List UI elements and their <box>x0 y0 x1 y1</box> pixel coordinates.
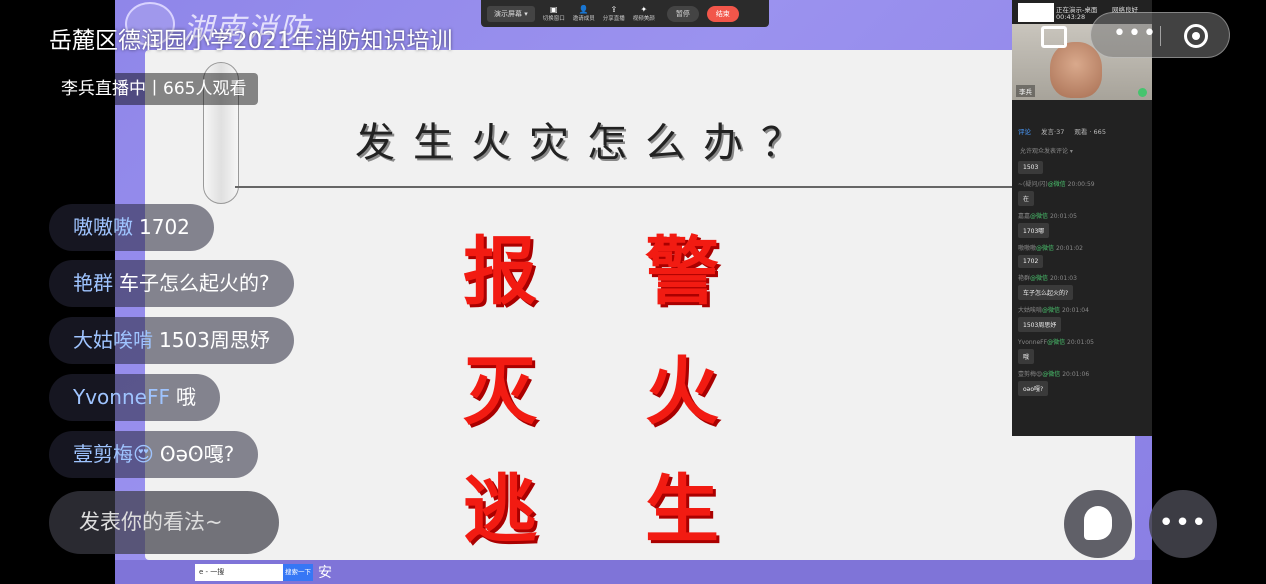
comment-text: 1702 <box>139 215 190 239</box>
tab-speak[interactable]: 发言·37 <box>1041 126 1064 136</box>
capsule-divider <box>1160 26 1161 46</box>
slide-word-3: 灭 <box>463 349 537 435</box>
slide-word-4: 火 <box>645 349 719 435</box>
comment-bubble: 艳群 车子怎么起火的? <box>49 260 294 307</box>
list-item: 大姑唉啃@微信 20:01:04 1503周思妤 <box>1018 305 1146 332</box>
comment-user[interactable]: 艳群 <box>73 271 113 295</box>
search-input[interactable]: e - 一搜 <box>195 564 283 581</box>
share-live-button[interactable]: ⇪ 分享直播 <box>603 5 625 22</box>
more-button[interactable]: ••• <box>1149 490 1217 558</box>
more-dots-icon: ••• <box>1158 508 1208 538</box>
beauty-button[interactable]: ✦ 视频美颜 <box>633 5 655 22</box>
list-item: YvonneFF@微信 20:01:05 哦 <box>1018 337 1146 364</box>
live-title: 岳麓区德润园小学2021年消防知识培训 <box>49 28 453 54</box>
tab-viewers[interactable]: 观看 · 665 <box>1074 126 1106 136</box>
comment-bubble: YvonneFF 哦 <box>49 374 220 421</box>
host-video <box>1050 42 1102 98</box>
comment-text: ʘəʘ嘎? <box>159 442 235 466</box>
list-item: 嗷嗷嗷@微信 20:01:02 1702 <box>1018 243 1146 268</box>
comment-bubble: 嗷嗷嗷 1702 <box>49 204 214 251</box>
presenter-toolbar: 演示屏幕 ▾ ▣ 切换窗口 👤 邀请成员 ⇪ 分享直播 ✦ 视频美颜 暂停 结束 <box>481 0 769 27</box>
more-options-icon[interactable]: ••• <box>1113 21 1158 46</box>
tab-comments[interactable]: 评论 <box>1018 126 1031 136</box>
search-button[interactable]: 搜索一下 <box>283 564 313 581</box>
slide-word-2: 警 <box>645 229 719 315</box>
switch-window-button[interactable]: ▣ 切换窗口 <box>543 5 565 22</box>
taskbar-text: 安 <box>318 565 332 581</box>
slide-word-1: 报 <box>463 229 537 315</box>
list-item: ~(疑问/闪)@微信 20:00:59 在 <box>1018 179 1146 206</box>
slide-word-5: 逃 <box>463 467 537 553</box>
mic-icon <box>1138 88 1147 97</box>
scroll-divider <box>235 186 1125 188</box>
slide-title: 发生火灾怎么办？ <box>355 120 819 166</box>
allow-comments-select[interactable]: 允许观众发表评论 ▾ <box>1012 140 1152 161</box>
host-name: 李兵 <box>1016 85 1035 97</box>
slide-word-6: 生 <box>645 467 719 553</box>
beauty-icon: ✦ <box>640 5 648 14</box>
list-item: 1503 <box>1018 161 1146 174</box>
comment-input[interactable]: 发表你的看法~ <box>49 491 279 554</box>
chat-bubble-icon <box>1084 506 1112 540</box>
invite-members-button[interactable]: 👤 邀请成员 <box>573 5 595 22</box>
miniprogram-capsule: ••• <box>1090 12 1230 58</box>
live-status-badge[interactable]: 李兵直播中丨665人观看 <box>49 73 259 105</box>
comment-button[interactable] <box>1064 490 1132 558</box>
close-icon[interactable] <box>1184 24 1208 48</box>
comment-user[interactable]: 大姑唉啃 <box>73 328 153 352</box>
list-item: 嘉嘉@微信 20:01:05 1703哪 <box>1018 211 1146 238</box>
comment-bubble: 壹剪梅😍 ʘəʘ嘎? <box>49 431 259 478</box>
camera-icon: ▣ <box>549 5 558 14</box>
pause-button[interactable]: 暂停 <box>666 5 699 22</box>
person-icon: 👤 <box>578 5 589 14</box>
comment-text: 车子怎么起火的? <box>119 271 270 295</box>
screen-thumbnail <box>1018 3 1054 22</box>
list-item: 壹剪梅😍@微信 20:01:06 oəo嘎? <box>1018 369 1146 396</box>
comment-user[interactable]: YvonneFF <box>73 385 170 409</box>
comment-text: 哦 <box>175 385 196 409</box>
comment-text: 1503周思妤 <box>159 328 270 352</box>
live-side-panel: 正在演示-桌面 00:43:28 网络良好 李兵 评论 发言·37 观看 · 6… <box>1012 0 1152 436</box>
panel-tabs: 评论 发言·37 观看 · 665 <box>1012 100 1152 140</box>
desktop-taskbar: e - 一搜 搜索一下 安 <box>115 560 1152 584</box>
cast-icon[interactable] <box>1041 26 1067 48</box>
share-icon: ⇪ <box>610 5 618 14</box>
list-item: 艳群@微信 20:01:03 车子怎么起火的? <box>1018 273 1146 300</box>
present-screen-button[interactable]: 演示屏幕 ▾ <box>487 5 535 22</box>
comment-user[interactable]: 壹剪梅😍 <box>73 442 154 466</box>
comment-user[interactable]: 嗷嗷嗷 <box>73 215 133 239</box>
panel-message-list: 1503 ~(疑问/闪)@微信 20:00:59 在 嘉嘉@微信 20:01:0… <box>1012 161 1152 396</box>
comment-bubble: 大姑唉啃 1503周思妤 <box>49 317 294 364</box>
end-button[interactable]: 结束 <box>706 5 739 22</box>
live-timer: 00:43:28 <box>1056 13 1086 21</box>
